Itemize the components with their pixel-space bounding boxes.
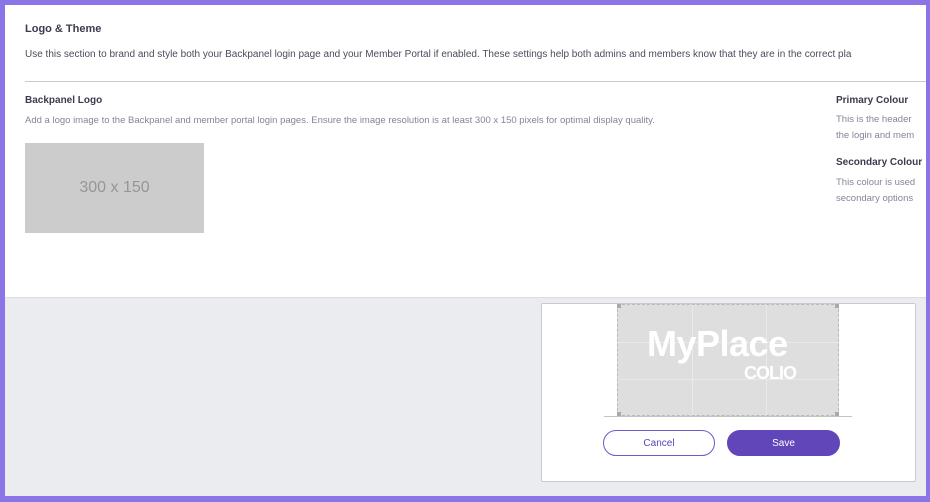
cancel-button[interactable]: Cancel (603, 430, 715, 456)
crop-area[interactable]: MyPlace COLIO (617, 304, 839, 416)
crop-baseline (604, 416, 852, 417)
logo-upload-placeholder[interactable]: 300 x 150 (25, 143, 204, 233)
primary-colour-title: Primary Colour (836, 95, 909, 106)
settings-frame: Logo & Theme Use this section to brand a… (5, 5, 926, 496)
crop-grid-line (618, 379, 838, 380)
section-divider (25, 81, 926, 82)
primary-colour-description-1: This is the header (836, 114, 912, 125)
brand-logo-text: MyPlace (647, 323, 788, 364)
secondary-colour-description-1: This colour is used (836, 177, 916, 188)
logo-theme-panel: Logo & Theme Use this section to brand a… (5, 5, 926, 298)
section-title: Logo & Theme (25, 23, 102, 35)
primary-colour-description-2: the login and mem (836, 130, 915, 141)
section-description: Use this section to brand and style both… (25, 49, 852, 60)
crop-handle-top-left[interactable] (617, 304, 621, 308)
logo-crop-modal: MyPlace COLIO Cancel Save (541, 303, 916, 482)
logo-placeholder-text: 300 x 150 (79, 179, 150, 196)
brand-logo-subtext: COLIO (744, 363, 797, 383)
backpanel-logo-description: Add a logo image to the Backpanel and me… (25, 115, 655, 126)
save-button[interactable]: Save (727, 430, 840, 456)
secondary-colour-description-2: secondary options (836, 193, 914, 204)
secondary-colour-title: Secondary Colour (836, 157, 923, 168)
backpanel-logo-title: Backpanel Logo (25, 95, 103, 106)
crop-handle-top-right[interactable] (835, 304, 839, 308)
